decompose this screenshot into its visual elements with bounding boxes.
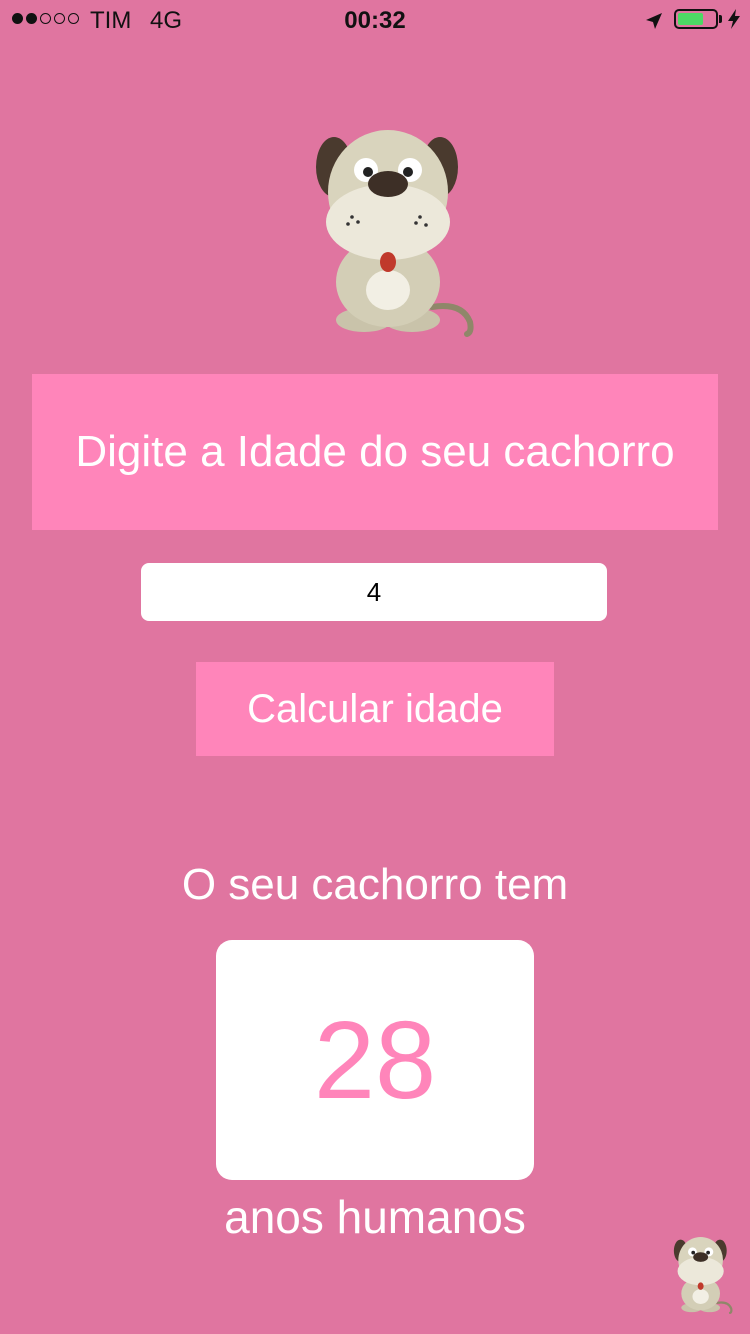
status-bar: TIM 4G 00:32 — [0, 0, 750, 40]
status-time: 00:32 — [344, 7, 406, 34]
calculate-age-button[interactable]: Calcular idade — [196, 662, 554, 756]
dog-small-icon — [673, 1236, 733, 1314]
result-prefix: O seu cachorro tem — [181, 860, 569, 909]
result-value: 28 — [313, 998, 437, 1122]
battery-tip — [719, 15, 722, 23]
bolt-icon — [727, 8, 741, 37]
dog-age-input[interactable] — [141, 563, 607, 621]
result-card: 28 — [216, 940, 534, 1180]
battery-icon — [674, 9, 718, 29]
dog-icon — [316, 130, 474, 337]
prompt-banner: Digite a Idade do seu cachorro — [32, 374, 718, 530]
location-arrow-icon — [644, 10, 664, 38]
calculate-age-button-label: Calcular idade — [247, 686, 503, 731]
result-suffix: anos humanos — [224, 1191, 526, 1243]
prompt-text: Digite a Idade do seu cachorro — [75, 427, 675, 476]
